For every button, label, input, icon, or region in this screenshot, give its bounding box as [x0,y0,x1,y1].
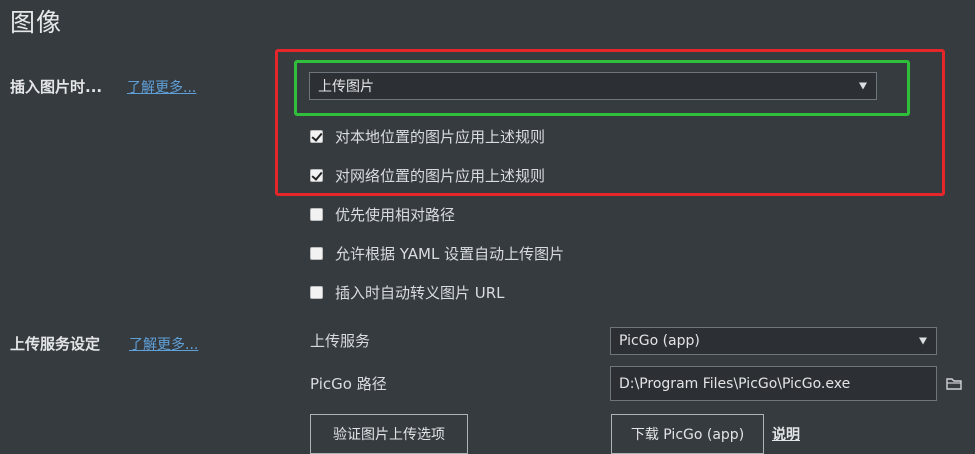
option-apply-network[interactable]: 对网络位置的图片应用上述规则 [310,165,545,186]
help-link[interactable]: 说明 [772,424,800,444]
checkbox-icon[interactable] [310,286,323,299]
checkbox-icon[interactable] [310,208,323,221]
checkbox-icon[interactable] [310,169,323,182]
download-picgo-button[interactable]: 下载 PicGo (app) [611,414,764,454]
insert-image-label: 插入图片时... [10,78,103,96]
picgo-path-value: D:\Program Files\PicGo\PicGo.exe [619,375,851,392]
checkbox-icon[interactable] [310,130,323,143]
verify-upload-button[interactable]: 验证图片上传选项 [310,414,468,454]
picgo-path-input[interactable]: D:\Program Files\PicGo\PicGo.exe [610,366,937,401]
caret-down-icon [919,337,927,345]
insert-action-select-value: 上传图片 [318,79,374,95]
option-label: 允许根据 YAML 设置自动上传图片 [335,245,565,263]
insert-image-learn-more-link[interactable]: 了解更多... [127,77,196,97]
picgo-path-label: PicGo 路径 [310,375,387,393]
upload-service-label: 上传服务设定 [10,335,101,353]
insert-action-select[interactable]: 上传图片 [309,72,877,100]
option-prefer-relative-path[interactable]: 优先使用相对路径 [310,204,455,225]
folder-icon[interactable] [946,377,963,390]
option-label: 对网络位置的图片应用上述规则 [335,167,546,185]
option-apply-local[interactable]: 对本地位置的图片应用上述规则 [310,126,545,147]
option-yaml-auto-upload[interactable]: 允许根据 YAML 设置自动上传图片 [310,243,564,264]
service-label: 上传服务 [310,332,371,350]
option-label: 插入时自动转义图片 URL [335,284,505,302]
checkbox-icon[interactable] [310,247,323,260]
upload-service-select[interactable]: PicGo (app) [610,327,937,355]
option-label: 优先使用相对路径 [335,206,456,224]
option-escape-url[interactable]: 插入时自动转义图片 URL [310,282,505,303]
upload-service-select-value: PicGo (app) [619,333,700,349]
upload-service-learn-more-link[interactable]: 了解更多... [129,334,198,354]
section-title: 图像 [10,8,63,37]
caret-down-icon [859,82,867,90]
option-label: 对本地位置的图片应用上述规则 [335,128,546,146]
